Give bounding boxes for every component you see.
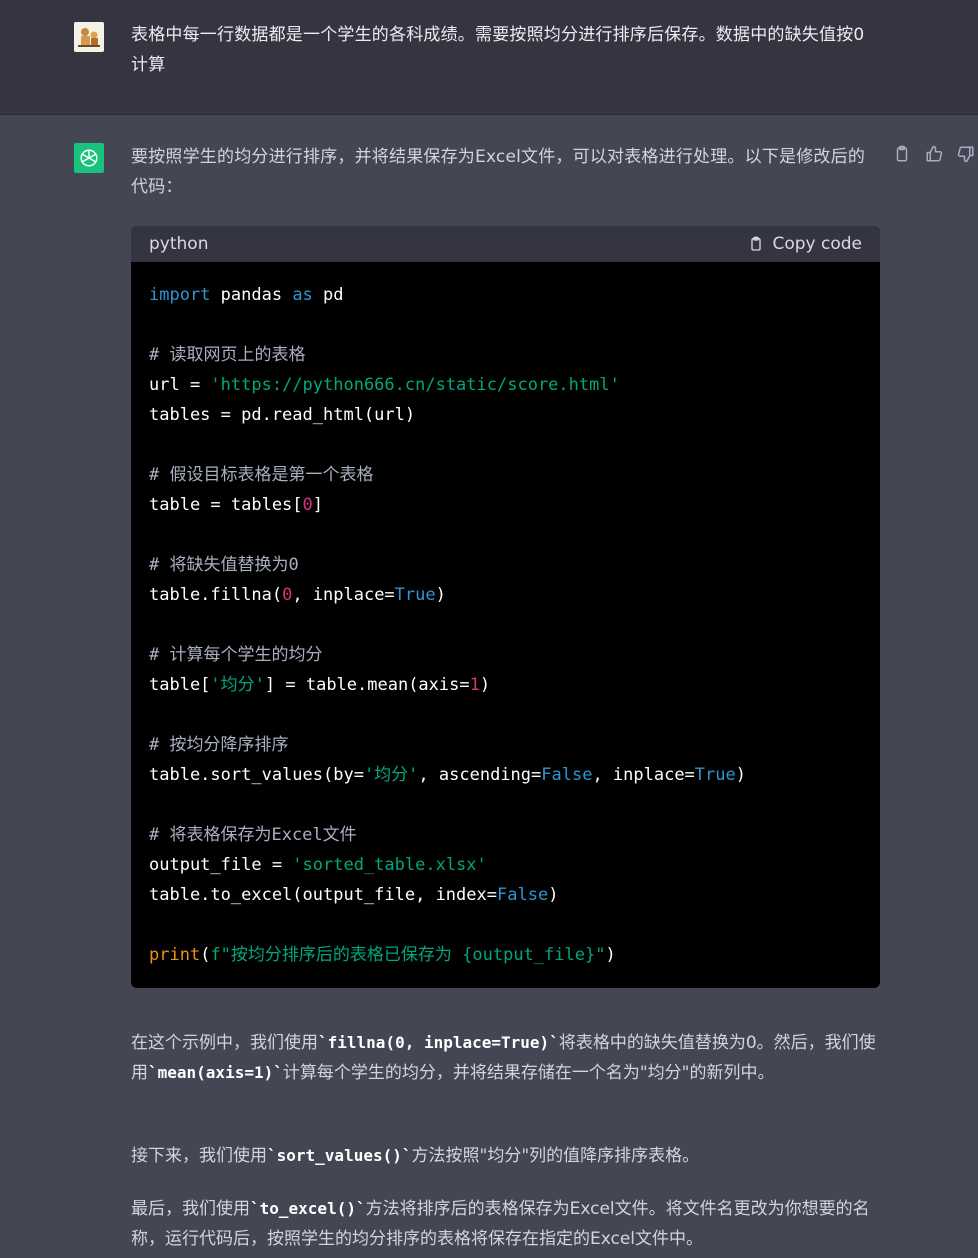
code-comment: # 将表格保存为Excel文件 [149, 825, 357, 845]
paragraph-text: 计算每个学生的均分，并将结果存储在一个名为"均分"的新列中。 [283, 1063, 775, 1083]
code-token: pd [313, 285, 344, 305]
code-line: import pandas as pd [149, 280, 862, 310]
code-line: # 将表格保存为Excel文件 [149, 820, 862, 850]
code-boolean: True [695, 765, 736, 785]
code-line: # 按均分降序排序 [149, 730, 862, 760]
code-line: print(f"按均分排序后的表格已保存为 {output_file}") [149, 940, 862, 970]
code-token: as [292, 285, 312, 305]
code-comment: # 按均分降序排序 [149, 735, 288, 755]
code-token: , ascending= [418, 765, 541, 785]
user-avatar [74, 22, 104, 52]
paragraph-text: 在这个示例中，我们使用 [131, 1033, 318, 1053]
code-token: table.sort_values(by= [149, 765, 364, 785]
code-token: ] = table.mean(axis= [265, 675, 470, 695]
copy-code-button[interactable]: Copy code [748, 234, 862, 254]
assistant-avatar [74, 143, 104, 173]
code-token: table.fillna( [149, 585, 282, 605]
code-token: table.to_excel(output_file, index= [149, 885, 497, 905]
code-builtin: print [149, 945, 200, 965]
code-string: 'sorted_table.xlsx' [292, 855, 486, 875]
copy-code-label: Copy code [772, 234, 862, 254]
user-message-text: 表格中每一行数据都是一个学生的各科成绩。需要按照均分进行排序后保存。数据中的缺失… [131, 20, 876, 80]
code-token: ) [605, 945, 615, 965]
code-token: url = [149, 375, 210, 395]
code-comment: # 假设目标表格是第一个表格 [149, 465, 373, 485]
code-string: 'https://python666.cn/static/score.html' [210, 375, 619, 395]
code-block: python Copy code import pandas as pd # 读取… [131, 226, 880, 988]
explanation-paragraph: 在这个示例中，我们使用`fillna(0, inplace=True)`将表格中… [131, 1028, 876, 1088]
code-line: # 计算每个学生的均分 [149, 640, 862, 670]
inline-code: `fillna(0, inplace=True)` [318, 1033, 559, 1052]
clipboard-icon[interactable] [893, 145, 911, 163]
code-token: ) [436, 585, 446, 605]
code-line: table = tables[0] [149, 490, 862, 520]
thumbs-down-icon[interactable] [957, 145, 975, 163]
code-boolean: False [497, 885, 548, 905]
code-line: # 将缺失值替换为0 [149, 550, 862, 580]
code-token: , inplace= [592, 765, 694, 785]
code-token: import [149, 285, 210, 305]
explanation-paragraph: 最后，我们使用`to_excel()`方法将排序后的表格保存为Excel文件。将… [131, 1194, 876, 1254]
code-string: '均分' [364, 765, 418, 785]
code-line: table.fillna(0, inplace=True) [149, 580, 862, 610]
paragraph-text: 最后，我们使用 [131, 1199, 250, 1219]
code-comment: # 将缺失值替换为0 [149, 555, 299, 575]
code-token: pandas [210, 285, 292, 305]
paragraph-text: 方法按照"均分"列的值降序排序表格。 [412, 1146, 700, 1166]
code-line: output_file = 'sorted_table.xlsx' [149, 850, 862, 880]
inline-code: `mean(axis=1)` [148, 1063, 283, 1082]
message-actions [893, 145, 975, 163]
code-boolean: False [541, 765, 592, 785]
code-language-label: python [149, 234, 208, 254]
thumbs-up-icon[interactable] [925, 145, 943, 163]
code-content[interactable]: import pandas as pd # 读取网页上的表格 url = 'http… [131, 262, 880, 988]
code-line: # 假设目标表格是第一个表格 [149, 460, 862, 490]
code-string: '均分' [210, 675, 264, 695]
code-comment: # 计算每个学生的均分 [149, 645, 322, 665]
paragraph-text: 接下来，我们使用 [131, 1146, 267, 1166]
clipboard-icon [748, 235, 764, 253]
inline-code: `to_excel()` [250, 1199, 366, 1218]
code-token: ( [200, 945, 210, 965]
code-token: ] [313, 495, 323, 515]
code-token: table = tables[ [149, 495, 303, 515]
code-token: , inplace= [292, 585, 394, 605]
code-number: 0 [282, 585, 292, 605]
code-string: f"按均分排序后的表格已保存为 {output_file}" [210, 945, 605, 965]
inline-code: `sort_values()` [267, 1146, 412, 1165]
code-line: table.to_excel(output_file, index=False) [149, 880, 862, 910]
code-line: url = 'https://python666.cn/static/score… [149, 370, 862, 400]
code-token: tables = pd.read_html(url) [149, 405, 415, 425]
code-header: python Copy code [131, 226, 880, 262]
openai-logo-icon [78, 147, 100, 169]
code-token: output_file = [149, 855, 292, 875]
explanation-paragraph: 接下来，我们使用`sort_values()`方法按照"均分"列的值降序排序表格… [131, 1141, 876, 1171]
code-token: ) [480, 675, 490, 695]
code-number: 0 [303, 495, 313, 515]
code-line: table['均分'] = table.mean(axis=1) [149, 670, 862, 700]
code-token: table[ [149, 675, 210, 695]
code-line: tables = pd.read_html(url) [149, 400, 862, 430]
code-line: # 读取网页上的表格 [149, 340, 862, 370]
code-line: table.sort_values(by='均分', ascending=Fal… [149, 760, 862, 790]
code-boolean: True [395, 585, 436, 605]
code-token: ) [548, 885, 558, 905]
code-token: ) [736, 765, 746, 785]
code-comment: # 读取网页上的表格 [149, 345, 305, 365]
code-number: 1 [470, 675, 480, 695]
user-message-row: 表格中每一行数据都是一个学生的各科成绩。需要按照均分进行排序后保存。数据中的缺失… [0, 0, 978, 115]
assistant-message-row: 要按照学生的均分进行排序，并将结果保存为Excel文件，可以对表格进行处理。以下… [0, 115, 978, 1258]
assistant-intro-text: 要按照学生的均分进行排序，并将结果保存为Excel文件，可以对表格进行处理。以下… [131, 142, 876, 202]
user-avatar-icon [74, 22, 104, 52]
